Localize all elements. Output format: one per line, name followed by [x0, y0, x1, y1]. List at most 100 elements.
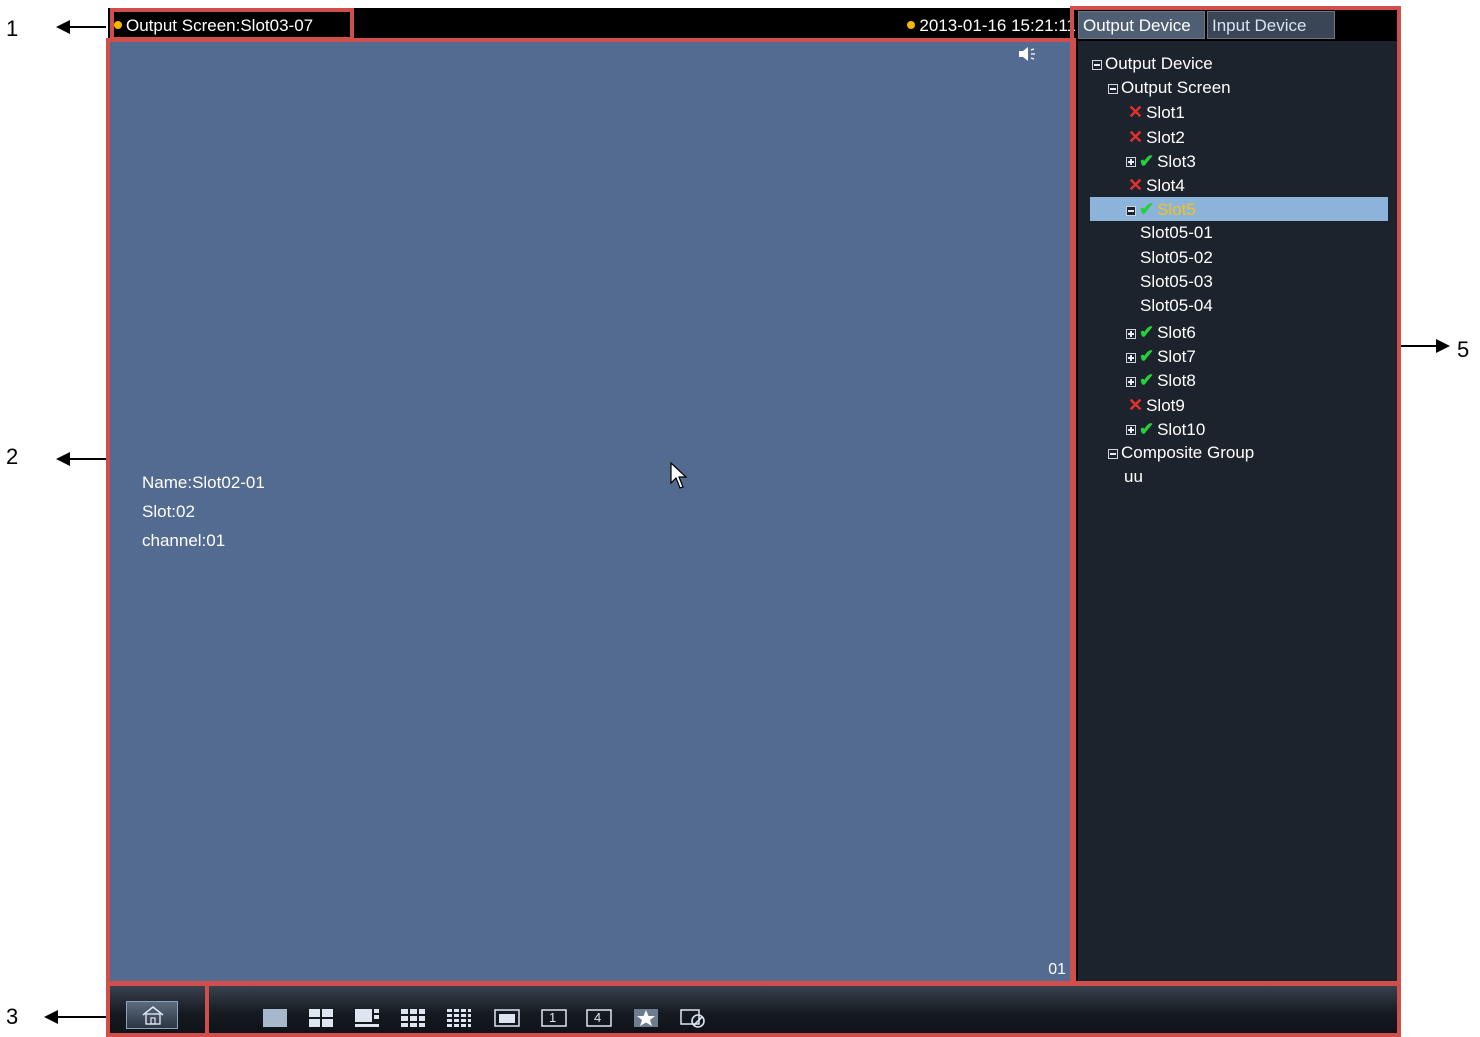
tree-node-label: Slot8	[1157, 371, 1196, 391]
error-x-icon: ✕	[1128, 126, 1144, 147]
tree-node-label: Composite Group	[1121, 443, 1255, 462]
tree-node-label: Output Screen	[1121, 78, 1231, 98]
clear-icon	[680, 1009, 705, 1028]
ok-check-icon: ✔	[1139, 418, 1155, 439]
tree-node[interactable]: ✔ Slot6	[1126, 320, 1196, 344]
tree-node-label: Slot1	[1146, 103, 1185, 123]
app-window: Output Screen:Slot03-07 2013-01-16 15:21…	[108, 8, 1401, 1037]
tree-node[interactable]: ✕ Slot1	[1128, 100, 1185, 124]
layout-6-button[interactable]	[353, 1007, 381, 1029]
tab-input-device[interactable]: Input Device	[1207, 11, 1335, 39]
layout-9-icon	[401, 1009, 425, 1027]
error-x-icon: ✕	[1128, 394, 1144, 415]
channel-name: Name:Slot02-01	[142, 473, 265, 492]
tree-node-label: Slot05-01	[1140, 223, 1213, 243]
device-panel: Output Device Input Device Output Device…	[1078, 8, 1401, 985]
pip-button[interactable]	[493, 1007, 521, 1029]
tree-node[interactable]: Output Device	[1092, 52, 1213, 76]
tree-node[interactable]: Slot05-03	[1140, 270, 1213, 294]
tree-node-label: Slot3	[1157, 151, 1196, 171]
status-dot-icon	[114, 20, 122, 29]
collapse-icon[interactable]	[1092, 59, 1102, 70]
expand-icon[interactable]	[1126, 157, 1136, 168]
tree-node[interactable]: ✔ Slot8	[1126, 368, 1196, 392]
screen-4-button[interactable]: 4	[585, 1007, 613, 1029]
screen-title: Output Screen:Slot03-07	[114, 16, 313, 36]
clear-button[interactable]	[679, 1007, 707, 1029]
tree-node-label: Slot05-03	[1140, 271, 1213, 291]
callout-3-arrow	[44, 1010, 106, 1024]
channel-number: channel:01	[142, 531, 226, 550]
callout-3: 3	[6, 1004, 19, 1029]
speaker-icon[interactable]	[1018, 46, 1038, 62]
tree-node-label: Output Device	[1105, 54, 1213, 73]
callout-2-arrow	[56, 452, 106, 466]
tree-node[interactable]: ✔ Slot5	[1090, 197, 1388, 222]
collapse-icon[interactable]	[1126, 205, 1136, 216]
mouse-cursor-icon	[670, 462, 688, 489]
bottom-toolbar: 14	[108, 985, 1401, 1037]
datetime-text: 2013-01-16 15:21:11	[919, 16, 1076, 35]
expand-icon[interactable]	[1126, 328, 1136, 339]
callout-5-arrow	[1396, 339, 1450, 353]
video-window[interactable]: Name:Slot02-01 Slot:02 channel:01 01	[108, 40, 1070, 985]
datetime: 2013-01-16 15:21:11	[907, 16, 1076, 36]
callout-1: 1	[6, 16, 19, 41]
screen-1-button[interactable]: 1	[540, 1007, 568, 1029]
screen-number-label: 4	[594, 1010, 602, 1025]
tree-node[interactable]: Composite Group	[1108, 441, 1254, 465]
favorite-button[interactable]	[632, 1007, 660, 1029]
collapse-icon[interactable]	[1108, 448, 1118, 459]
tree-node[interactable]: Output Screen	[1108, 76, 1231, 100]
tree-node-label: Slot6	[1157, 323, 1196, 342]
layout-16-icon	[447, 1009, 471, 1027]
tree-node-label: Slot05-04	[1140, 296, 1213, 315]
tree-node-label: uu	[1124, 467, 1143, 487]
layout-4-icon	[309, 1009, 333, 1027]
ok-check-icon: ✔	[1139, 150, 1155, 171]
tree-node-label: Slot4	[1146, 176, 1185, 195]
channel-info: Name:Slot02-01 Slot:02 channel:01	[142, 468, 265, 555]
error-x-icon: ✕	[1128, 102, 1144, 123]
tree-node[interactable]: Slot05-02	[1140, 246, 1213, 270]
tree-node-label: Slot7	[1157, 347, 1196, 367]
tree-node[interactable]: ✕ Slot4	[1128, 173, 1185, 197]
layout-4-button[interactable]	[307, 1007, 335, 1029]
tree-node-label: Slot05-02	[1140, 247, 1213, 267]
tree-node-label: Slot10	[1157, 419, 1206, 439]
device-tabs: Output Device Input Device	[1078, 8, 1401, 41]
layout-1-button[interactable]	[261, 1007, 289, 1029]
expand-icon[interactable]	[1126, 425, 1136, 436]
ok-check-icon: ✔	[1139, 199, 1155, 220]
home-icon	[142, 1005, 164, 1025]
tree-node[interactable]: ✕ Slot9	[1128, 393, 1185, 417]
tree-node-label: Slot5	[1157, 200, 1196, 220]
tab-output-device[interactable]: Output Device	[1078, 11, 1205, 39]
layout-9-button[interactable]	[399, 1007, 427, 1029]
tree-node[interactable]: ✔ Slot10	[1126, 417, 1205, 441]
tree-node[interactable]: Slot05-04	[1140, 294, 1213, 318]
ok-check-icon: ✔	[1139, 370, 1155, 391]
tree-node[interactable]: Slot05-01	[1140, 221, 1213, 245]
favorite-icon	[634, 1009, 658, 1027]
layout-16-button[interactable]	[445, 1007, 473, 1029]
channel-slot: Slot:02	[142, 502, 195, 521]
tree-node[interactable]: ✔ Slot3	[1126, 149, 1196, 173]
callout-5: 5	[1457, 337, 1470, 362]
home-button[interactable]	[126, 1001, 178, 1029]
collapse-icon[interactable]	[1108, 83, 1118, 94]
pip-icon	[494, 1009, 520, 1027]
tree-node-label: Slot2	[1146, 127, 1185, 147]
status-bar: Output Screen:Slot03-07 2013-01-16 15:21…	[108, 8, 1078, 40]
expand-icon[interactable]	[1126, 376, 1136, 387]
tree-node-label: Slot9	[1146, 395, 1185, 415]
tree-node[interactable]: ✔ Slot7	[1126, 344, 1196, 368]
screen-number-label: 1	[549, 1010, 557, 1025]
tree-node[interactable]: uu	[1124, 465, 1143, 489]
layout-1-icon	[263, 1009, 287, 1027]
tree-node[interactable]: ✕ Slot2	[1128, 125, 1185, 149]
expand-icon[interactable]	[1126, 352, 1136, 363]
layout-6-icon	[355, 1009, 379, 1027]
ok-check-icon: ✔	[1139, 322, 1155, 342]
ok-check-icon: ✔	[1139, 346, 1155, 367]
